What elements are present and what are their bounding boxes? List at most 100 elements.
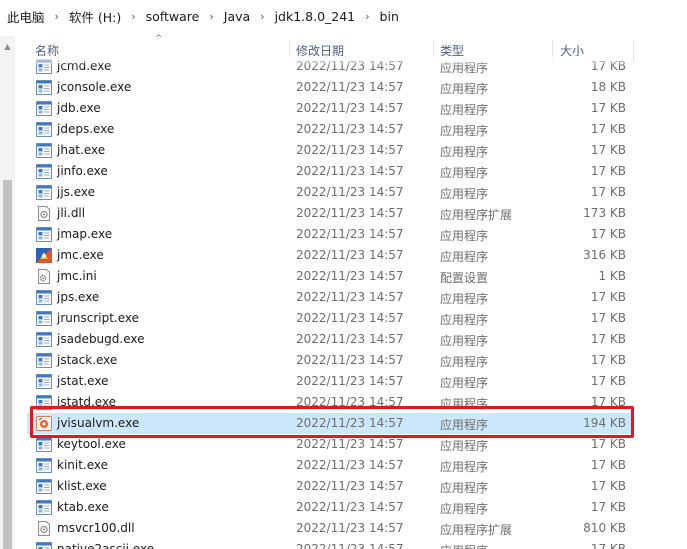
file-row[interactable]: jmap.exe 2022/11/23 14:57 应用程序 17 KB — [27, 224, 633, 245]
exe-icon — [36, 500, 52, 515]
file-type: 应用程序 — [440, 250, 489, 264]
exe-icon — [36, 458, 52, 473]
file-type: 应用程序 — [440, 481, 489, 495]
file-row[interactable]: native2ascii.exe 2022/11/23 14:57 应用程序 17 K… — [27, 539, 633, 549]
file-size: 17 KB — [590, 332, 626, 346]
file-row[interactable]: jps.exe 2022/11/23 14:57 应用程序 17 KB — [27, 287, 633, 308]
ini-icon — [36, 269, 52, 284]
file-row[interactable]: jrunscript.exe 2022/11/23 14:57 应用程序 17 KB — [27, 308, 633, 329]
file-type: 应用程序 — [440, 376, 489, 390]
breadcrumb-item-bin[interactable]: bin — [379, 9, 400, 24]
file-size: 17 KB — [590, 290, 626, 304]
file-type: 应用程序 — [440, 502, 489, 516]
file-size: 173 KB — [583, 206, 626, 220]
file-row[interactable]: jdeps.exe 2022/11/23 14:57 应用程序 17 KB — [27, 119, 633, 140]
file-modified-date: 2022/11/23 14:57 — [296, 353, 404, 367]
file-row[interactable]: jdb.exe 2022/11/23 14:57 应用程序 17 KB — [27, 98, 633, 119]
file-name: jmc.exe — [57, 248, 104, 262]
exe-icon — [36, 353, 52, 368]
breadcrumb-item-software[interactable]: software — [145, 9, 201, 24]
file-name: jstat.exe — [57, 374, 109, 388]
file-modified-date: 2022/11/23 14:57 — [296, 248, 404, 262]
file-type: 应用程序 — [440, 166, 489, 180]
file-name: native2ascii.exe — [57, 542, 155, 549]
file-modified-date: 2022/11/23 14:57 — [296, 332, 404, 346]
file-size: 17 KB — [590, 458, 626, 472]
exe-icon — [36, 437, 52, 452]
chevron-right-icon[interactable]: › — [209, 10, 213, 23]
file-size: 17 KB — [590, 101, 626, 115]
file-type: 应用程序 — [440, 124, 489, 138]
scroll-up-arrow-icon[interactable]: ▲ — [2, 42, 13, 52]
file-size: 316 KB — [583, 248, 626, 262]
file-modified-date: 2022/11/23 14:57 — [296, 500, 404, 514]
exe-icon — [36, 542, 52, 549]
breadcrumb-item-jdk[interactable]: jdk1.8.0_241 — [274, 9, 357, 24]
file-modified-date: 2022/11/23 14:57 — [296, 479, 404, 493]
file-type: 应用程序 — [440, 334, 489, 348]
file-row[interactable]: jhat.exe 2022/11/23 14:57 应用程序 17 KB — [27, 140, 633, 161]
chevron-right-icon[interactable]: › — [55, 10, 59, 23]
sort-up-icon: ^ — [155, 34, 163, 44]
exe-icon — [36, 311, 52, 326]
file-modified-date: 2022/11/23 14:57 — [296, 143, 404, 157]
exe-icon — [36, 143, 52, 158]
dll-icon — [36, 521, 52, 536]
file-size: 18 KB — [590, 80, 626, 94]
file-size: 17 KB — [590, 479, 626, 493]
file-type: 应用程序 — [440, 145, 489, 159]
chevron-right-icon[interactable]: › — [365, 10, 369, 23]
file-modified-date: 2022/11/23 14:57 — [296, 185, 404, 199]
breadcrumb-item-java[interactable]: Java — [223, 9, 251, 24]
chevron-right-icon[interactable]: › — [260, 10, 264, 23]
chevron-right-icon[interactable]: › — [131, 10, 135, 23]
file-row[interactable]: msvcr100.dll 2022/11/23 14:57 应用程序扩展 810 KB — [27, 518, 633, 539]
file-name: jstack.exe — [57, 353, 118, 367]
column-divider[interactable] — [633, 40, 634, 62]
file-type: 应用程序 — [440, 460, 489, 474]
exe-icon — [36, 332, 52, 347]
file-size: 17 KB — [590, 353, 626, 367]
file-name: jhat.exe — [57, 143, 106, 157]
file-type: 应用程序扩展 — [440, 523, 513, 537]
file-modified-date: 2022/11/23 14:57 — [296, 458, 404, 472]
file-row[interactable]: jmc.exe 2022/11/23 14:57 应用程序 316 KB — [27, 245, 633, 266]
file-type: 应用程序 — [440, 229, 489, 243]
file-row[interactable]: jli.dll 2022/11/23 14:57 应用程序扩展 173 KB — [27, 203, 633, 224]
file-modified-date: 2022/11/23 14:57 — [296, 80, 404, 94]
file-size: 17 KB — [590, 185, 626, 199]
exe-icon — [36, 122, 52, 137]
file-row[interactable]: klist.exe 2022/11/23 14:57 应用程序 17 KB — [27, 476, 633, 497]
file-row[interactable]: jstack.exe 2022/11/23 14:57 应用程序 17 KB — [27, 350, 633, 371]
file-row[interactable]: jjs.exe 2022/11/23 14:57 应用程序 17 KB — [27, 182, 633, 203]
file-row[interactable]: jconsole.exe 2022/11/23 14:57 应用程序 18 KB — [27, 77, 633, 98]
exe-icon — [36, 479, 52, 494]
file-modified-date: 2022/11/23 14:57 — [296, 542, 404, 549]
exe-icon — [36, 80, 52, 95]
file-list: jcmd.exe 2022/11/23 14:57 应用程序 17 KB jconsol… — [27, 56, 633, 549]
exe-icon — [36, 290, 52, 305]
file-row[interactable]: jmc.ini 2022/11/23 14:57 配置设置 1 KB — [27, 266, 633, 287]
jmc-icon — [36, 248, 52, 263]
file-row[interactable]: jinfo.exe 2022/11/23 14:57 应用程序 17 KB — [27, 161, 633, 182]
file-row[interactable]: ktab.exe 2022/11/23 14:57 应用程序 17 KB — [27, 497, 633, 518]
file-name: msvcr100.dll — [57, 521, 135, 535]
file-type: 应用程序 — [440, 187, 489, 201]
file-row[interactable]: jstat.exe 2022/11/23 14:57 应用程序 17 KB — [27, 371, 633, 392]
breadcrumb-item-this-pc[interactable]: 此电脑 — [6, 7, 46, 26]
file-type: 应用程序 — [440, 542, 488, 549]
file-name: jps.exe — [57, 290, 100, 304]
file-type: 应用程序扩展 — [440, 208, 513, 222]
scrollbar-thumb[interactable] — [3, 180, 12, 549]
file-size: 17 KB — [590, 374, 626, 388]
file-type: 应用程序 — [440, 103, 489, 117]
file-name: jli.dll — [57, 206, 86, 220]
file-size: 17 KB — [590, 500, 626, 514]
file-row[interactable]: kinit.exe 2022/11/23 14:57 应用程序 17 KB — [27, 455, 633, 476]
file-row[interactable]: jsadebugd.exe 2022/11/23 14:57 应用程序 17 KB — [27, 329, 633, 350]
file-name: jrunscript.exe — [57, 311, 140, 325]
file-name: ktab.exe — [57, 500, 109, 514]
exe-icon — [36, 101, 52, 116]
file-modified-date: 2022/11/23 14:57 — [296, 374, 404, 388]
breadcrumb-item-drive[interactable]: 软件 (H:) — [68, 7, 122, 26]
